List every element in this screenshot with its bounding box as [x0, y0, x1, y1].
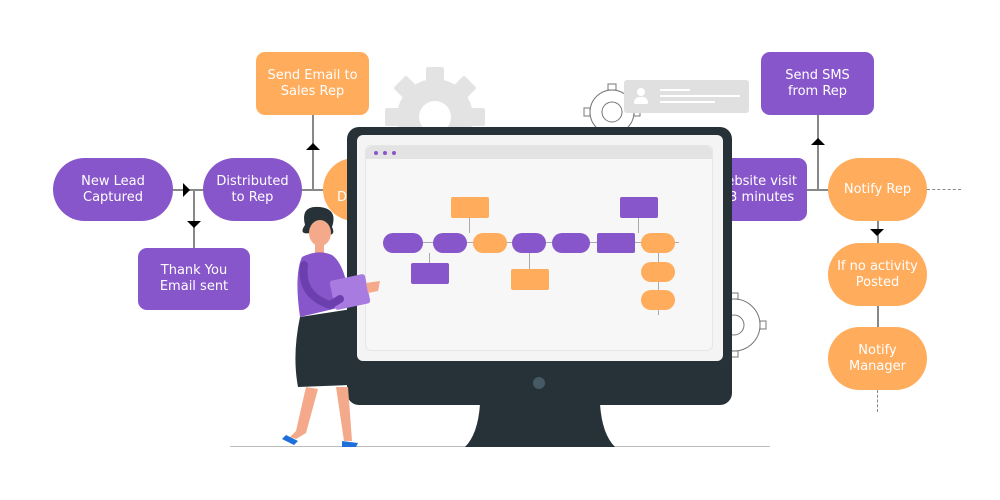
- arrow-up-icon: [811, 138, 825, 145]
- arrow-right-icon: [183, 183, 190, 197]
- user-card: [624, 80, 749, 113]
- power-button: [533, 377, 545, 389]
- node-new-lead-captured: New Lead Captured: [53, 158, 173, 221]
- monitor-stand: [465, 404, 615, 447]
- node-if-no-activity: If no activity Posted: [828, 243, 927, 306]
- node-send-email-sales-rep: Send Email to Sales Rep: [256, 52, 369, 115]
- monitor-icon: [347, 127, 732, 405]
- arrow-down-icon: [187, 221, 201, 228]
- arrow-up-icon: [306, 143, 320, 150]
- person-illustration: [282, 206, 380, 447]
- node-notify-manager: Notify Manager: [828, 327, 927, 390]
- node-thank-you-email: Thank You Email sent: [138, 248, 250, 310]
- arrow-down-icon: [870, 229, 884, 236]
- flowchart-illustration: New Lead Captured Thank You Email sent D…: [0, 0, 1000, 500]
- user-icon: [633, 88, 649, 104]
- node-notify-rep: Notify Rep: [828, 158, 927, 221]
- node-send-sms-from-rep: Send SMS from Rep: [761, 52, 874, 115]
